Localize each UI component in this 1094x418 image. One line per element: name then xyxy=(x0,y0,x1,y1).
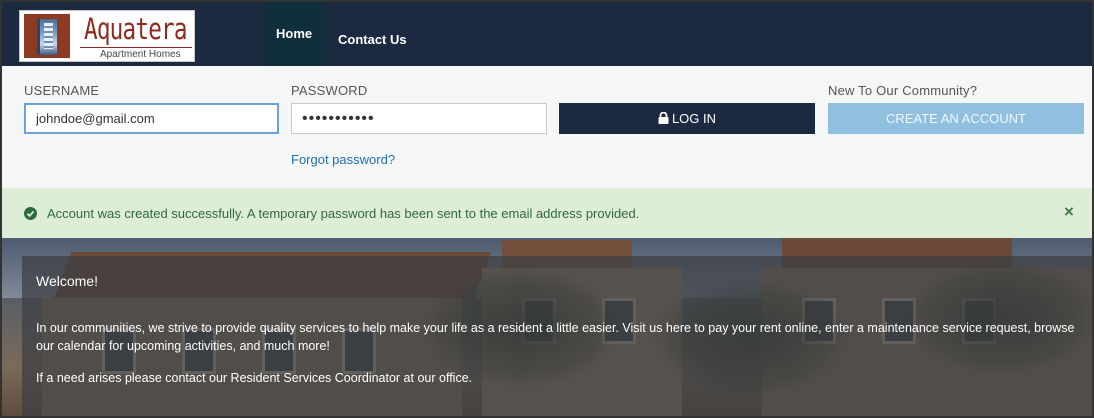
login-panel: USERNAME PASSWORD New To Our Community? … xyxy=(2,66,1092,188)
contact-paragraph: If a need arises please contact our Resi… xyxy=(36,371,473,385)
username-input[interactable] xyxy=(24,103,279,134)
nav-contact-us[interactable]: Contact Us xyxy=(325,2,420,66)
building-logo-icon xyxy=(24,14,70,58)
brand-name: Aquatera xyxy=(84,12,187,46)
forgot-password-link[interactable]: Forgot password? xyxy=(291,152,395,167)
welcome-title: Welcome! xyxy=(36,273,98,289)
hero-banner: Welcome! In our communities, we strive t… xyxy=(2,238,1092,416)
welcome-panel: Welcome! In our communities, we strive t… xyxy=(22,256,1092,416)
success-alert: Account was created successfully. A temp… xyxy=(2,188,1092,238)
password-input[interactable] xyxy=(291,103,547,134)
welcome-paragraph: In our communities, we strive to provide… xyxy=(36,321,1075,353)
new-community-label: New To Our Community? xyxy=(828,83,978,98)
close-icon[interactable]: × xyxy=(1060,202,1078,222)
brand-logo[interactable]: Aquatera Apartment Homes xyxy=(19,10,195,62)
brand-tagline: Apartment Homes xyxy=(100,49,181,60)
page-frame: Aquatera Apartment Homes Home Contact Us… xyxy=(0,0,1094,418)
check-circle-icon xyxy=(24,207,37,220)
nav-home[interactable]: Home xyxy=(263,2,323,70)
login-button-label: LOG IN xyxy=(671,111,717,126)
password-label: PASSWORD xyxy=(291,83,368,98)
logo-divider xyxy=(80,47,192,48)
login-button[interactable]: LOG IN xyxy=(559,103,815,134)
create-account-button[interactable]: CREATE AN ACCOUNT xyxy=(828,103,1084,134)
username-label: USERNAME xyxy=(24,83,100,98)
top-navbar: Aquatera Apartment Homes Home Contact Us xyxy=(2,2,1092,70)
lock-icon xyxy=(658,112,669,124)
alert-message: Account was created successfully. A temp… xyxy=(47,206,640,221)
